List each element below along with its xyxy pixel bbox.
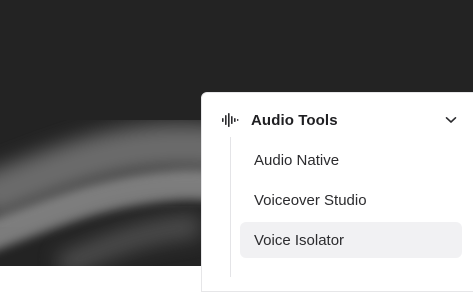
menu-item-label: Audio Native xyxy=(254,151,340,169)
audio-tools-group-header[interactable]: Audio Tools xyxy=(214,105,460,135)
menu-item-label: Voice Isolator xyxy=(254,231,345,249)
menu-item-voiceover-studio[interactable]: Voiceover Studio xyxy=(240,182,462,218)
menu-item-voice-isolator[interactable]: Voice Isolator xyxy=(240,222,462,258)
tree-connector-line xyxy=(230,137,231,277)
audio-waveform-icon xyxy=(220,110,240,130)
sidebar-menu-panel: Audio Tools Audio Native Voiceover Studi… xyxy=(201,92,473,292)
group-label: Audio Tools xyxy=(251,111,338,129)
menu-item-label: Voiceover Studio xyxy=(254,191,367,209)
menu-item-audio-native[interactable]: Audio Native xyxy=(240,142,462,178)
audio-tools-submenu: Audio Native Voiceover Studio Voice Isol… xyxy=(240,142,462,262)
chevron-down-icon[interactable] xyxy=(442,111,460,129)
